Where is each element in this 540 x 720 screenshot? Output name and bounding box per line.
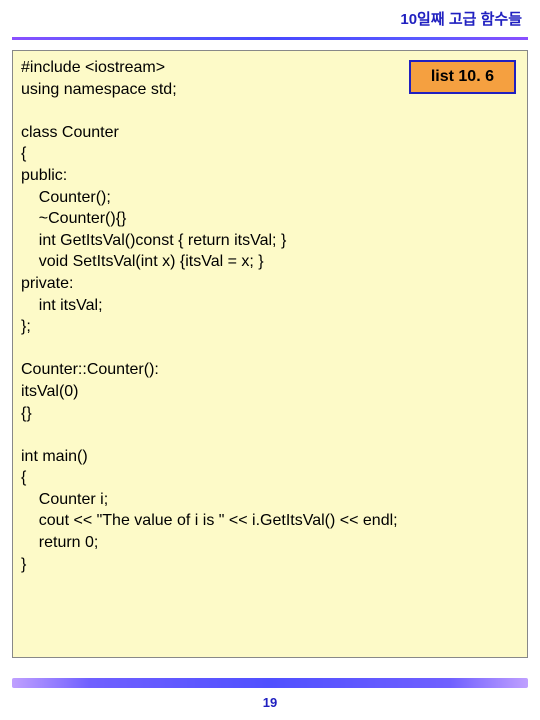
page-number: 19	[0, 695, 540, 710]
top-divider	[12, 37, 528, 40]
slide-body: #include <iostream> using namespace std;…	[12, 50, 528, 658]
slide-header: 10일째 고급 함수들	[0, 0, 540, 33]
header-title: 10일째 고급 함수들	[400, 11, 522, 28]
code-box: #include <iostream> using namespace std;…	[12, 50, 528, 658]
listing-label: list 10. 6	[409, 60, 516, 94]
footer-bar	[12, 678, 528, 688]
